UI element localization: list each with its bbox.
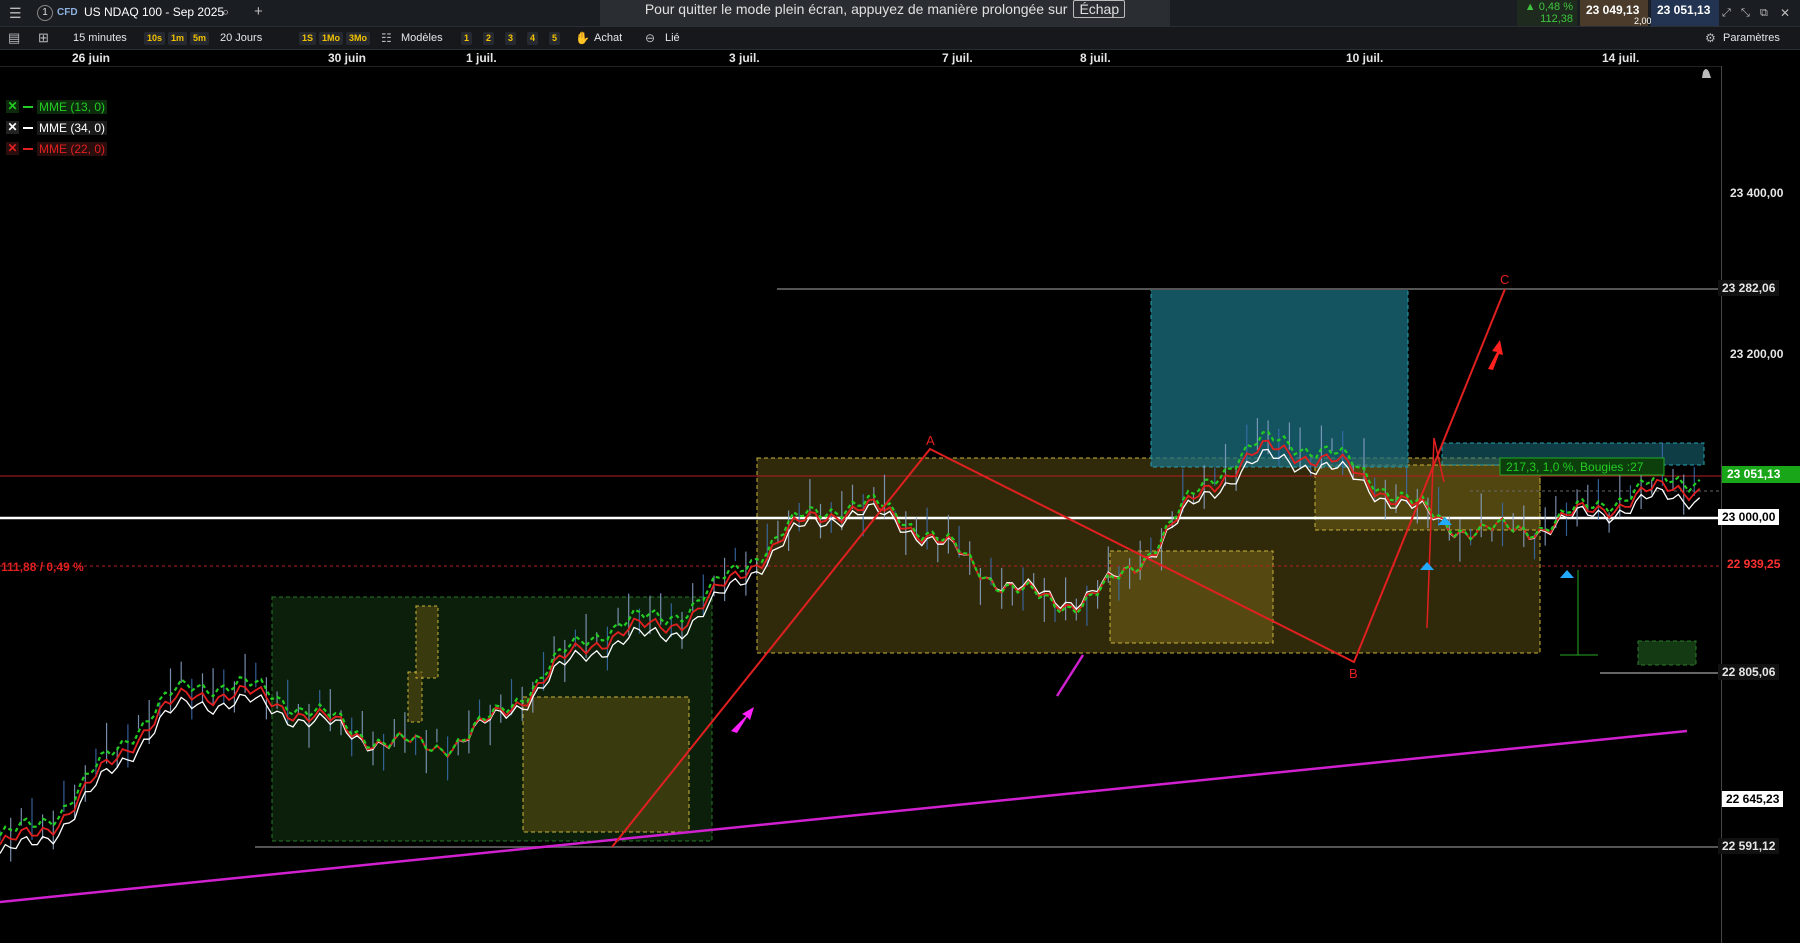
- remove-icon[interactable]: ✕: [6, 142, 19, 156]
- alert-bell-icon[interactable]: [1702, 69, 1711, 78]
- price-label: 23 200,00: [1730, 347, 1784, 361]
- legend-swatch: [23, 147, 33, 150]
- magenta-up-arrow-icon[interactable]: [731, 707, 754, 733]
- legend-label: MME (13, 0): [37, 99, 108, 114]
- legend-ema-22[interactable]: ✕ MME (22, 0): [6, 140, 108, 156]
- price-label: 22 805,06: [1718, 664, 1780, 680]
- legend-ema-13[interactable]: ✕ MME (13, 0): [6, 98, 108, 114]
- remove-icon[interactable]: ✕: [6, 100, 19, 114]
- price-label: 22 591,12: [1718, 838, 1780, 854]
- settings-button[interactable]: Paramètres: [1723, 30, 1780, 46]
- price-label: 23 000,00: [1718, 509, 1780, 525]
- price-label: 23 282,06: [1718, 280, 1780, 296]
- legend-swatch: [23, 126, 33, 129]
- green-zone-right[interactable]: [1637, 640, 1697, 666]
- wave-label-b[interactable]: B: [1349, 666, 1358, 681]
- legend-swatch: [23, 105, 33, 108]
- magenta-segment[interactable]: [1055, 654, 1085, 697]
- expand-icon[interactable]: ⤢: [1722, 5, 1731, 21]
- current-price-tag[interactable]: 23 051,13: [1722, 466, 1800, 483]
- price-label: 23 400,00: [1730, 186, 1784, 200]
- green-small-box[interactable]: [415, 605, 439, 679]
- blue-marker-icon[interactable]: [1560, 570, 1574, 578]
- remove-icon[interactable]: ✕: [6, 121, 19, 135]
- legend-label: MME (34, 0): [37, 120, 108, 135]
- minimize-icon[interactable]: ⤡: [1741, 5, 1750, 21]
- red-up-arrow-icon[interactable]: [1488, 340, 1503, 370]
- magenta-trendline[interactable]: [0, 729, 1688, 904]
- popout-icon[interactable]: ⧉: [1760, 5, 1768, 21]
- range-annotation-label[interactable]: 217,3, 1,0 %, Bougies :27: [1506, 460, 1644, 474]
- price-label: 22 645,23: [1722, 791, 1784, 807]
- price-chart[interactable]: A B C 217,3, 1,0 %, Bougies :27 111,88 /…: [0, 0, 1721, 943]
- yellow-zone-left[interactable]: [522, 696, 690, 833]
- ref-price-tag[interactable]: 22 939,25: [1722, 556, 1800, 573]
- legend-ema-34[interactable]: ✕ MME (34, 0): [6, 119, 108, 135]
- yellow-zone-inner[interactable]: [1109, 550, 1274, 644]
- wave-label-c[interactable]: C: [1500, 272, 1509, 287]
- wave-label-a[interactable]: A: [926, 433, 935, 448]
- close-icon[interactable]: ✕: [1780, 5, 1790, 21]
- green-small-box[interactable]: [407, 671, 423, 723]
- change-annotation[interactable]: 111,88 / 0,49 %: [1, 560, 84, 574]
- legend-label: MME (22, 0): [37, 141, 108, 156]
